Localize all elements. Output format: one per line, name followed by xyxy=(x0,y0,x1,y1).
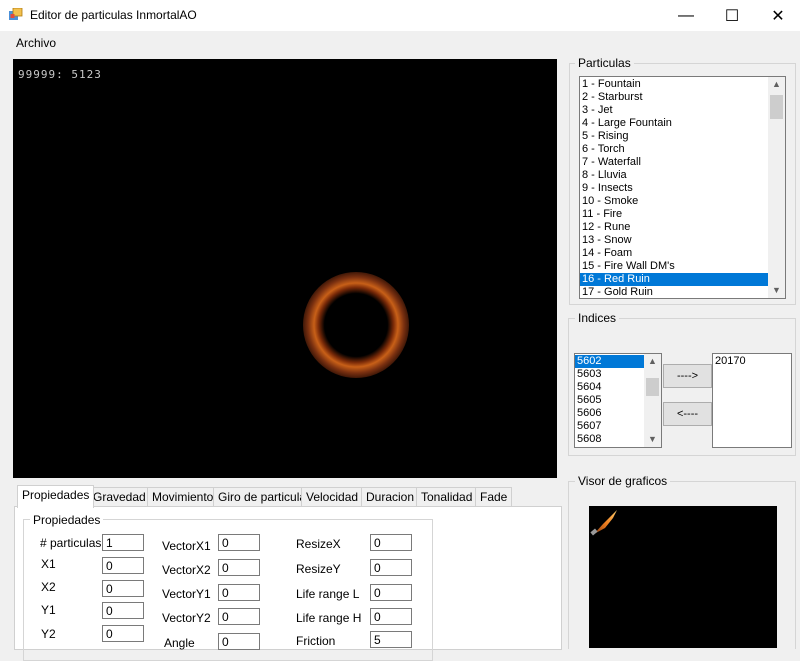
resizey-label: ResizeY xyxy=(296,562,341,576)
frame-counter: 99999: 5123 xyxy=(18,68,102,81)
particulas-items: 1 - Fountain 2 - Starburst 3 - Jet 4 - Larg… xyxy=(580,77,768,298)
particula-list-item[interactable]: 6 - Torch xyxy=(580,143,768,156)
indice-list-item[interactable]: 5603 xyxy=(575,368,644,381)
particula-list-item[interactable]: 10 - Smoke xyxy=(580,195,768,208)
friction-field[interactable]: 5 xyxy=(370,631,412,648)
particula-list-item[interactable]: 9 - Insects xyxy=(580,182,768,195)
tab-velocidad[interactable]: Velocidad xyxy=(301,487,364,507)
scroll-up-icon[interactable]: ▲ xyxy=(644,354,661,369)
vectory1-label: VectorY1 xyxy=(162,587,211,601)
close-button[interactable]: ✕ xyxy=(755,0,800,31)
y1-label: Y1 xyxy=(41,603,56,617)
resizex-field[interactable]: 0 xyxy=(370,534,412,551)
particle-viewport[interactable]: 99999: 5123 xyxy=(13,59,557,478)
selected-indices-items: 20170 xyxy=(713,354,791,368)
indices-items: 5602 5603 5604 5605 5606 5607 5608 xyxy=(575,354,644,446)
tab-movimiento[interactable]: Movimiento xyxy=(147,487,219,507)
vectory1-field[interactable]: 0 xyxy=(218,584,260,601)
particula-list-item[interactable]: 15 - Fire Wall DM's xyxy=(580,260,768,273)
minimize-button[interactable]: — xyxy=(663,0,709,31)
particula-list-item[interactable]: 8 - Lluvia xyxy=(580,169,768,182)
particula-list-item[interactable]: 13 - Snow xyxy=(580,234,768,247)
num-particulas-label: # particulas xyxy=(40,536,102,550)
maximize-button[interactable]: ☐ xyxy=(709,0,755,31)
tab-gravedad[interactable]: Gravedad xyxy=(88,487,151,507)
y1-field[interactable]: 0 xyxy=(102,602,144,619)
indices-scrollbar[interactable]: ▲ ▼ xyxy=(644,354,661,447)
y2-field[interactable]: 0 xyxy=(102,625,144,642)
particula-list-item[interactable]: 1 - Fountain xyxy=(580,78,768,91)
add-index-button[interactable]: ----> xyxy=(663,364,712,388)
particula-list-item[interactable]: 14 - Foam xyxy=(580,247,768,260)
x1-field[interactable]: 0 xyxy=(102,557,144,574)
life-range-h-field[interactable]: 0 xyxy=(370,608,412,625)
particulas-group-title: Particulas xyxy=(575,56,634,70)
tab-duracion[interactable]: Duracion xyxy=(361,487,420,507)
particula-list-item[interactable]: 5 - Rising xyxy=(580,130,768,143)
friction-label: Friction xyxy=(296,634,336,648)
menu-bar xyxy=(0,31,800,54)
tab-fade[interactable]: Fade xyxy=(475,487,513,507)
vectorx2-field[interactable]: 0 xyxy=(218,559,260,576)
selected-indices-listbox[interactable]: 20170 xyxy=(712,353,792,448)
particle-ring-preview xyxy=(303,272,409,378)
vectory2-field[interactable]: 0 xyxy=(218,608,260,625)
propiedades-group-title: Propiedades xyxy=(30,513,104,527)
scroll-thumb[interactable] xyxy=(646,378,659,396)
x2-field[interactable]: 0 xyxy=(102,580,144,597)
particula-list-item[interactable]: 12 - Rune xyxy=(580,221,768,234)
particula-list-item[interactable]: 16 - Red Ruin xyxy=(580,273,768,286)
vectory2-label: VectorY2 xyxy=(162,611,211,625)
minimize-icon: — xyxy=(678,6,694,24)
scroll-down-icon[interactable]: ▼ xyxy=(644,432,661,447)
particulas-scrollbar[interactable]: ▲ ▼ xyxy=(768,77,785,298)
tab-panel-propiedades: Propiedades # particulas 1 X1 0 X2 0 Y1 … xyxy=(14,506,562,661)
num-particulas-field[interactable]: 1 xyxy=(102,534,144,551)
angle-field[interactable]: 0 xyxy=(218,633,260,650)
indice-list-item[interactable]: 5605 xyxy=(575,394,644,407)
indice-list-item[interactable]: 5604 xyxy=(575,381,644,394)
particula-list-item[interactable]: 11 - Fire xyxy=(580,208,768,221)
life-range-h-label: Life range H xyxy=(296,611,362,625)
vectorx1-field[interactable]: 0 xyxy=(218,534,260,551)
window-title: Editor de particulas InmortalAO xyxy=(30,8,197,22)
particula-list-item[interactable]: 2 - Starburst xyxy=(580,91,768,104)
app-icon xyxy=(9,7,23,22)
resizex-label: ResizeX xyxy=(296,537,341,551)
x1-label: X1 xyxy=(41,557,56,571)
indice-list-item[interactable]: 5607 xyxy=(575,420,644,433)
y2-label: Y2 xyxy=(41,627,56,641)
particula-list-item[interactable]: 3 - Jet xyxy=(580,104,768,117)
indices-listbox[interactable]: 5602 5603 5604 5605 5606 5607 5608 ▲ ▼ xyxy=(574,353,662,448)
particula-list-item[interactable]: 7 - Waterfall xyxy=(580,156,768,169)
particula-list-item[interactable]: 17 - Gold Ruin xyxy=(580,286,768,298)
tab-propiedades[interactable]: Propiedades xyxy=(17,485,95,508)
tab-giro-de-particula[interactable]: Giro de particula xyxy=(213,487,312,507)
maximize-icon: ☐ xyxy=(724,7,740,25)
indice-list-item[interactable]: 5606 xyxy=(575,407,644,420)
tab-tonalidad[interactable]: Tonalidad xyxy=(416,487,478,507)
particulas-listbox[interactable]: 1 - Fountain 2 - Starburst 3 - Jet 4 - Larg… xyxy=(579,76,786,299)
indice-list-item[interactable]: 5608 xyxy=(575,433,644,446)
menu-archivo[interactable]: Archivo xyxy=(16,36,56,50)
vectorx1-label: VectorX1 xyxy=(162,539,211,553)
graphics-preview xyxy=(589,506,777,648)
close-icon: ✕ xyxy=(771,7,785,25)
resizey-field[interactable]: 0 xyxy=(370,559,412,576)
scroll-down-icon[interactable]: ▼ xyxy=(768,283,785,298)
remove-index-button[interactable]: <---- xyxy=(663,402,712,426)
scroll-thumb[interactable] xyxy=(770,95,783,119)
life-range-l-field[interactable]: 0 xyxy=(370,584,412,601)
indice-list-item[interactable]: 5602 xyxy=(575,355,644,368)
indices-group-title: Indices xyxy=(575,311,620,325)
selected-indice-list-item[interactable]: 20170 xyxy=(713,355,791,368)
scroll-up-icon[interactable]: ▲ xyxy=(768,77,785,92)
torch-sprite xyxy=(590,510,617,536)
particula-list-item[interactable]: 4 - Large Fountain xyxy=(580,117,768,130)
life-range-l-label: Life range L xyxy=(296,587,360,601)
vectorx2-label: VectorX2 xyxy=(162,563,211,577)
x2-label: X2 xyxy=(41,580,56,594)
visor-group-title: Visor de graficos xyxy=(575,474,671,488)
